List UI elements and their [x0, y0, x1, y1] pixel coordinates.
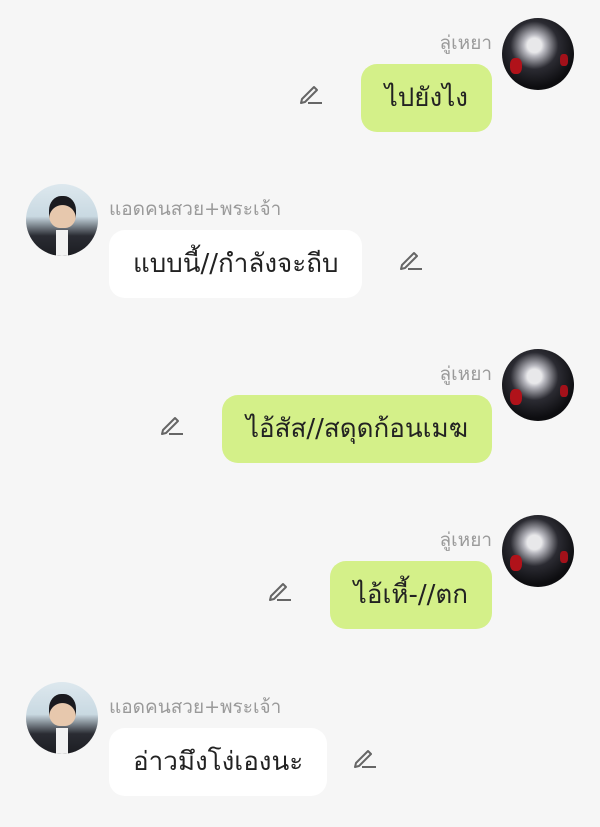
message-bubble[interactable]: ไปยังไง [360, 64, 492, 132]
edit-icon[interactable] [159, 411, 185, 437]
avatar[interactable] [502, 349, 574, 421]
message-bubble[interactable]: ไอ้สัส//สดุดก้อนเมฆ [221, 395, 492, 463]
edit-icon[interactable] [398, 246, 424, 272]
message-bubble[interactable]: แบบนี้//กำลังจะถีบ [109, 230, 363, 298]
avatar[interactable] [502, 18, 574, 90]
sender-name: ลู่เหยา [439, 529, 492, 551]
edit-icon[interactable] [298, 80, 324, 106]
sender-name: ลู่เหยา [439, 32, 492, 54]
edit-icon[interactable] [352, 744, 378, 770]
avatar[interactable] [502, 515, 574, 587]
sender-name: แอดคนสวย+พระเจ้า [109, 198, 282, 220]
sender-name: แอดคนสวย+พระเจ้า [109, 696, 282, 718]
message-bubble[interactable]: ไอ้เหี้-//ตก [329, 561, 492, 629]
sender-name: ลู่เหยา [439, 363, 492, 385]
message-bubble[interactable]: อ่าวมึงโง่เองนะ [109, 728, 328, 796]
avatar[interactable] [26, 682, 98, 754]
edit-icon[interactable] [267, 577, 293, 603]
avatar[interactable] [26, 184, 98, 256]
